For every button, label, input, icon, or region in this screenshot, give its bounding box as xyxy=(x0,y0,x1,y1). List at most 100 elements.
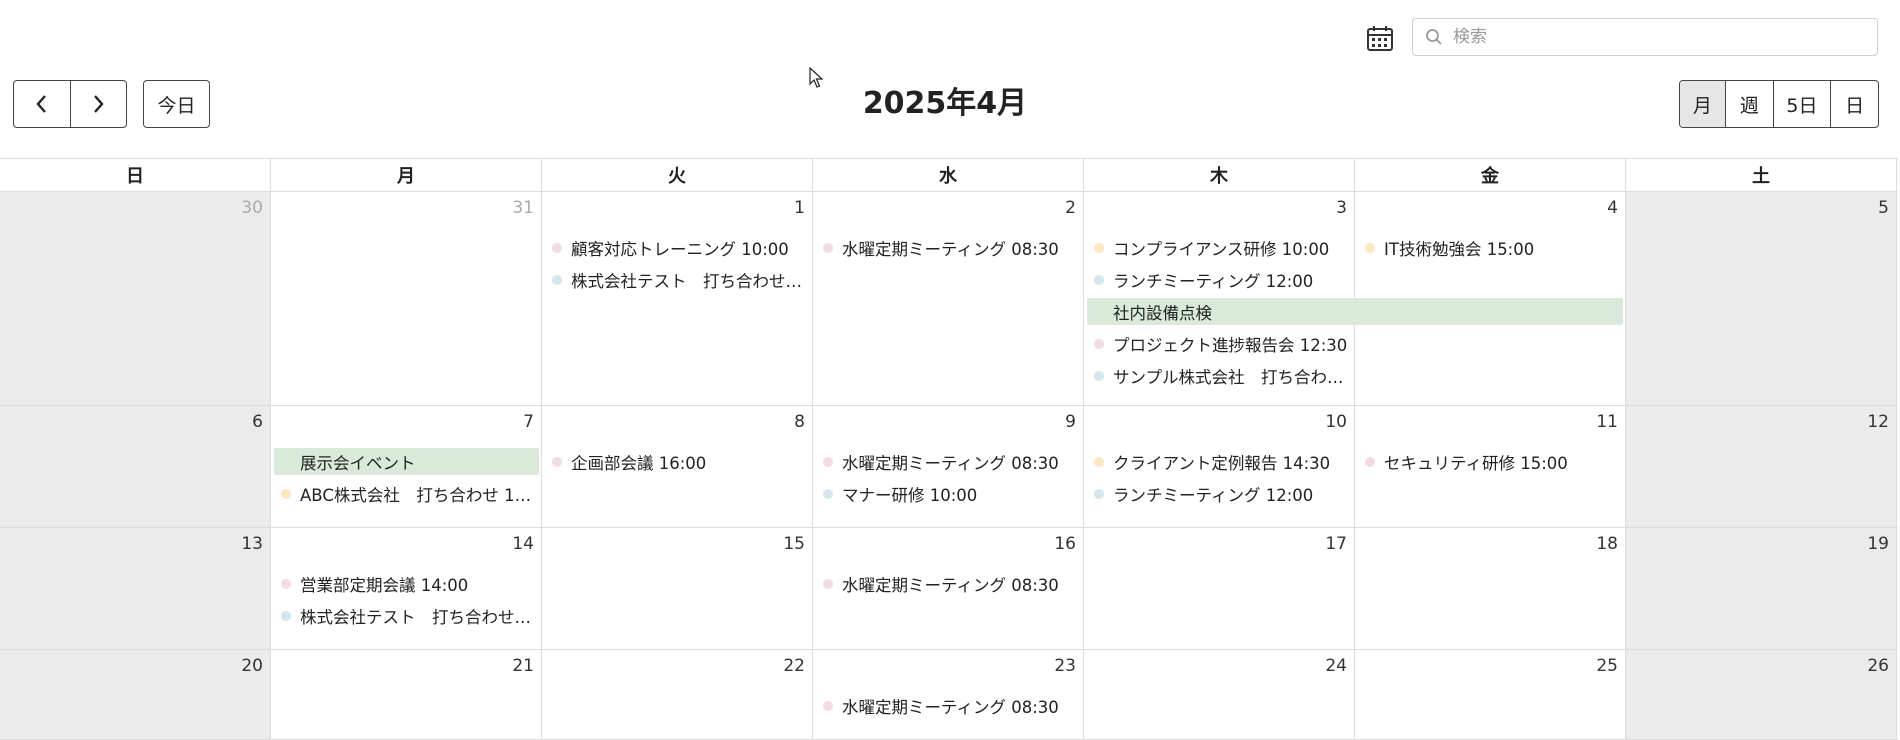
day-cell[interactable]: 8 企画部会議 16:00 xyxy=(542,406,813,527)
day-cell[interactable]: 22 xyxy=(542,650,813,739)
day-number[interactable]: 17 xyxy=(1325,534,1347,554)
day-number[interactable]: 4 xyxy=(1607,198,1618,218)
day-cell[interactable]: 23 水曜定期ミーティング 08:30 xyxy=(813,650,1084,739)
day-number[interactable]: 13 xyxy=(241,534,263,554)
event-item[interactable]: 水曜定期ミーティング 08:30 xyxy=(813,690,1083,722)
day-cell[interactable]: 13 xyxy=(0,528,271,649)
day-number[interactable]: 22 xyxy=(783,656,805,676)
day-number[interactable]: 7 xyxy=(523,412,534,432)
day-number[interactable]: 18 xyxy=(1596,534,1618,554)
chevron-right-icon xyxy=(94,95,104,113)
event-item[interactable]: 企画部会議 16:00 xyxy=(542,446,812,478)
day-cell[interactable]: 24 xyxy=(1084,650,1355,739)
calendar-icon[interactable] xyxy=(1366,24,1394,52)
event-title: コンプライアンス研修 10:00 xyxy=(1113,240,1330,259)
search-input[interactable] xyxy=(1451,26,1875,48)
view-week-button[interactable]: 週 xyxy=(1724,81,1773,127)
day-number[interactable]: 5 xyxy=(1878,198,1889,218)
event-item[interactable]: 株式会社テスト 打ち合わせ 10:00 xyxy=(542,264,812,296)
day-cell[interactable]: 18 xyxy=(1355,528,1626,649)
day-cell[interactable]: 15 xyxy=(542,528,813,649)
day-number[interactable]: 15 xyxy=(783,534,805,554)
day-cell[interactable]: 5 xyxy=(1626,192,1897,405)
event-item[interactable]: ランチミーティング 12:00 xyxy=(1084,264,1354,296)
event-item[interactable]: サンプル株式会社 打ち合わせ 14:00 xyxy=(1084,360,1354,392)
allday-event-bar[interactable]: 展示会イベント xyxy=(274,448,539,475)
day-cell[interactable]: 17 xyxy=(1084,528,1355,649)
next-button[interactable] xyxy=(69,81,127,127)
day-number[interactable]: 21 xyxy=(512,656,534,676)
day-number[interactable]: 25 xyxy=(1596,656,1618,676)
day-number[interactable]: 1 xyxy=(794,198,805,218)
event-item[interactable]: セキュリティ研修 15:00 xyxy=(1355,446,1625,478)
day-number[interactable]: 2 xyxy=(1065,198,1076,218)
day-cell[interactable]: 16 水曜定期ミーティング 08:30 xyxy=(813,528,1084,649)
day-cell[interactable]: 26 xyxy=(1626,650,1897,739)
day-events: IT技術勉強会 15:00 xyxy=(1355,232,1625,264)
day-number[interactable]: 8 xyxy=(794,412,805,432)
day-number[interactable]: 10 xyxy=(1325,412,1347,432)
day-cell[interactable]: 21 xyxy=(271,650,542,739)
day-number[interactable]: 16 xyxy=(1054,534,1076,554)
day-cell[interactable]: 19 xyxy=(1626,528,1897,649)
today-button[interactable]: 今日 xyxy=(143,80,210,128)
event-item[interactable]: 水曜定期ミーティング 08:30 xyxy=(813,568,1083,600)
day-cell[interactable]: 11 セキュリティ研修 15:00 xyxy=(1355,406,1626,527)
day-number[interactable]: 20 xyxy=(241,656,263,676)
event-item[interactable]: 水曜定期ミーティング 08:30 xyxy=(813,232,1083,264)
event-item[interactable]: 顧客対応トレーニング 10:00 xyxy=(542,232,812,264)
weekday-tue: 火 xyxy=(542,159,813,191)
event-item[interactable]: IT技術勉強会 15:00 xyxy=(1355,232,1625,264)
day-cell[interactable]: 1 顧客対応トレーニング 10:00 株式会社テスト 打ち合わせ 10:00 xyxy=(542,192,813,405)
event-item[interactable]: マナー研修 10:00 xyxy=(813,478,1083,510)
event-item[interactable]: ABC株式会社 打ち合わせ 14:00 xyxy=(271,478,541,510)
day-cell[interactable]: 9 水曜定期ミーティング 08:30 マナー研修 10:00 xyxy=(813,406,1084,527)
event-title: サンプル株式会社 打ち合わせ 14:00 xyxy=(1113,368,1348,387)
day-number[interactable]: 14 xyxy=(512,534,534,554)
day-cell[interactable]: 14 営業部定期会議 14:00 株式会社テスト 打ち合わせ 14:00 xyxy=(271,528,542,649)
allday-event-bar[interactable]: 社内設備点検 xyxy=(1087,298,1623,325)
day-cell[interactable]: 30 xyxy=(0,192,271,405)
prev-button[interactable] xyxy=(14,81,70,127)
event-item[interactable]: 株式会社テスト 打ち合わせ 14:00 xyxy=(271,600,541,632)
event-item[interactable]: クライアント定例報告 14:30 xyxy=(1084,446,1354,478)
view-day-button[interactable]: 日 xyxy=(1830,81,1878,127)
day-number[interactable]: 26 xyxy=(1867,656,1889,676)
day-number[interactable]: 3 xyxy=(1336,198,1347,218)
day-number[interactable]: 31 xyxy=(512,198,534,218)
event-title: マナー研修 10:00 xyxy=(842,486,978,505)
event-dot xyxy=(823,579,833,589)
event-item[interactable]: ランチミーティング 12:00 xyxy=(1084,478,1354,510)
day-number[interactable]: 11 xyxy=(1596,412,1618,432)
day-number[interactable]: 12 xyxy=(1867,412,1889,432)
search-box[interactable] xyxy=(1412,18,1878,56)
event-item[interactable]: 水曜定期ミーティング 08:30 xyxy=(813,446,1083,478)
event-item[interactable]: 営業部定期会議 14:00 xyxy=(271,568,541,600)
day-cell[interactable]: 6 xyxy=(0,406,271,527)
day-events: 営業部定期会議 14:00 株式会社テスト 打ち合わせ 14:00 xyxy=(271,568,541,632)
day-cell[interactable]: 31 xyxy=(271,192,542,405)
event-dot xyxy=(552,243,562,253)
search-icon xyxy=(1426,29,1442,45)
view-month-button[interactable]: 月 xyxy=(1680,81,1725,127)
day-number[interactable]: 19 xyxy=(1867,534,1889,554)
day-number[interactable]: 24 xyxy=(1325,656,1347,676)
weekday-fri: 金 xyxy=(1355,159,1626,191)
day-number[interactable]: 9 xyxy=(1065,412,1076,432)
day-number[interactable]: 23 xyxy=(1054,656,1076,676)
day-cell[interactable]: 12 xyxy=(1626,406,1897,527)
day-cell[interactable]: 2 水曜定期ミーティング 08:30 xyxy=(813,192,1084,405)
day-cell[interactable]: 20 xyxy=(0,650,271,739)
event-title: ランチミーティング 12:00 xyxy=(1113,486,1314,505)
day-events: 水曜定期ミーティング 08:30 xyxy=(813,568,1083,600)
day-cell[interactable]: 25 xyxy=(1355,650,1626,739)
weekday-mon: 月 xyxy=(271,159,542,191)
event-item[interactable]: プロジェクト進捗報告会 12:30 xyxy=(1084,328,1354,360)
day-number[interactable]: 6 xyxy=(252,412,263,432)
event-title: クライアント定例報告 14:30 xyxy=(1113,454,1331,473)
day-number[interactable]: 30 xyxy=(241,198,263,218)
day-events: クライアント定例報告 14:30 ランチミーティング 12:00 xyxy=(1084,446,1354,510)
view-5day-button[interactable]: 5日 xyxy=(1772,81,1831,127)
day-cell[interactable]: 10 クライアント定例報告 14:30 ランチミーティング 12:00 xyxy=(1084,406,1355,527)
event-item[interactable]: コンプライアンス研修 10:00 xyxy=(1084,232,1354,264)
